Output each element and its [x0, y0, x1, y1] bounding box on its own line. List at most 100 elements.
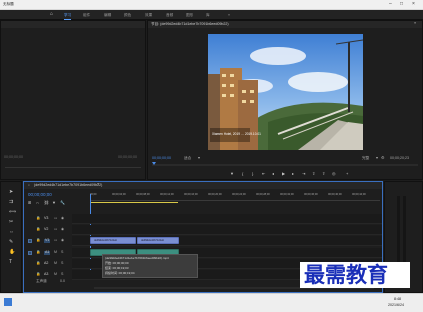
solo-icon[interactable]: S: [61, 261, 63, 266]
add-marker-icon[interactable]: ▼: [230, 172, 234, 176]
fit-dropdown[interactable]: 适合: [184, 156, 191, 161]
nest-toggle-icon[interactable]: ⊞: [28, 201, 31, 205]
snap-icon[interactable]: ∩: [36, 201, 39, 205]
program-video-frame[interactable]: Xiamen Hotel, 2019 … 2019.10.01: [208, 34, 363, 150]
workspace-tab-learn[interactable]: 学习: [64, 13, 72, 20]
workspace-tab-effects[interactable]: 效果: [145, 13, 152, 18]
extract-icon[interactable]: ⇪: [322, 172, 325, 176]
program-scrub-bar[interactable]: [152, 164, 418, 166]
add-marker-timeline-icon[interactable]: ▼: [52, 201, 56, 205]
window-title: 无标题: [3, 2, 14, 6]
lift-icon[interactable]: ⇧: [312, 172, 315, 176]
timeline-menu-icon[interactable]: ≡: [97, 182, 99, 187]
sync-lock-icon[interactable]: ▭: [54, 227, 57, 232]
track-v3: 🔒 V3 ▭ ◉: [24, 214, 382, 224]
tooltip-start: 开始: 00;00;00;00: [105, 261, 129, 265]
selection-tool-icon[interactable]: ➤: [9, 190, 13, 195]
workspace-tab-audio[interactable]: 音频: [166, 13, 173, 18]
master-track-label: 主声道: [36, 279, 47, 283]
track-select-icon[interactable]: ⇉: [9, 200, 13, 205]
timeline-header: × (de99d2ed4b71d1ebe7b7091b6eed09b22) ≡: [24, 182, 382, 189]
razor-tool-icon[interactable]: ✂: [9, 220, 13, 225]
ruler-label: 00;00;24;00: [232, 193, 246, 196]
eye-icon[interactable]: ◉: [61, 238, 64, 243]
minimize-icon[interactable]: –: [389, 2, 392, 7]
playhead-marker[interactable]: [152, 162, 156, 165]
export-frame-icon[interactable]: ◎: [332, 172, 336, 176]
home-icon[interactable]: ⌂: [50, 12, 53, 17]
track-lane[interactable]: de99d2ed4b71d1eb de99d2ed4b71d1eb: [72, 236, 382, 246]
track-label: A3: [44, 272, 49, 276]
quality-chevron-down-icon[interactable]: ▾: [376, 156, 378, 160]
go-to-in-icon[interactable]: ⇤: [262, 172, 265, 176]
sync-lock-icon[interactable]: ▭: [54, 216, 57, 221]
timeline-timecode[interactable]: 00;00;00;00: [28, 192, 52, 198]
hand-tool-icon[interactable]: ✋: [9, 250, 15, 255]
tooltip-filename: (de99d2ed4b71d1ebe7b7091b6eed09b22).mp4: [105, 256, 169, 260]
step-back-icon[interactable]: ◂: [272, 172, 274, 176]
clip-label: de99d2ed4b71d1eb: [141, 239, 165, 242]
workspace-tab-libraries[interactable]: 库: [206, 13, 210, 18]
source-scrub-bar[interactable]: [5, 167, 141, 168]
source-patch-v1[interactable]: [28, 239, 32, 243]
mute-icon[interactable]: M: [54, 250, 57, 255]
mute-icon[interactable]: M: [54, 261, 57, 266]
track-lock-icon[interactable]: 🔒: [36, 250, 40, 255]
eye-icon[interactable]: ◉: [61, 216, 64, 221]
track-lock-icon[interactable]: 🔒: [36, 227, 40, 232]
timeline-close-icon[interactable]: ×: [28, 184, 30, 187]
eye-icon[interactable]: ◉: [61, 227, 64, 232]
workspace-tab-editing[interactable]: 编辑: [104, 13, 111, 18]
video-overlay-text: Xiamen Hotel, 2019 … 2019.10.01: [212, 132, 261, 136]
mark-in-icon[interactable]: {: [242, 172, 243, 176]
timeline-settings-icon[interactable]: 🔧: [60, 201, 65, 205]
quality-dropdown[interactable]: 完整: [362, 156, 369, 161]
tooltip-end: 结束: 00;00;19;03: [105, 266, 129, 270]
track-lock-icon[interactable]: 🔒: [36, 261, 40, 266]
program-tab[interactable]: 节目: (de99d2ed4b71d1ebe7b7091b6eed09b22): [151, 22, 229, 27]
type-tool-icon[interactable]: T: [9, 260, 12, 265]
program-timecode-left: 00;00;00;00: [152, 156, 171, 160]
sync-lock-icon[interactable]: ▭: [54, 238, 57, 243]
solo-icon[interactable]: S: [61, 250, 63, 255]
maximize-icon[interactable]: □: [400, 2, 403, 7]
play-icon[interactable]: ▶: [282, 172, 285, 176]
track-lock-icon[interactable]: 🔒: [36, 272, 40, 277]
ripple-edit-icon[interactable]: ⟺: [9, 210, 16, 215]
workspace-tab-graphics[interactable]: 图形: [186, 13, 193, 18]
solo-icon[interactable]: S: [61, 272, 63, 277]
track-v1: 🔒 V1 ▭ ◉ de99d2ed4b71d1eb de99d2ed4b71d1…: [24, 236, 382, 246]
program-panel-header: 节目: (de99d2ed4b71d1ebe7b7091b6eed09b22) …: [148, 21, 422, 28]
master-volume-value[interactable]: 0.0: [60, 279, 65, 284]
workspace-tab-color[interactable]: 颜色: [124, 13, 131, 18]
ruler-label: 00;00;08;00: [136, 193, 150, 196]
track-lock-icon[interactable]: 🔒: [36, 216, 40, 221]
panel-menu-icon[interactable]: ≡: [414, 21, 416, 26]
button-editor-icon[interactable]: +: [346, 172, 348, 176]
track-lane[interactable]: [72, 214, 382, 224]
go-to-out-icon[interactable]: ⇥: [302, 172, 305, 176]
settings-wrench-icon[interactable]: ⚙: [381, 156, 385, 160]
source-patch-a1[interactable]: [28, 251, 32, 255]
slip-tool-icon[interactable]: ⇔: [9, 230, 14, 235]
start-icon[interactable]: [4, 298, 12, 306]
work-area-bar[interactable]: [90, 202, 178, 203]
track-lane[interactable]: [72, 225, 382, 235]
video-clip[interactable]: de99d2ed4b71d1eb: [90, 237, 136, 244]
mute-icon[interactable]: M: [54, 272, 57, 277]
track-lock-icon[interactable]: 🔒: [36, 238, 40, 243]
pen-tool-icon[interactable]: ✎: [9, 240, 13, 245]
linked-selection-icon[interactable]: ⛓: [44, 201, 49, 205]
workspace-tab-assembly[interactable]: 组件: [83, 13, 90, 18]
timeline-tab[interactable]: (de99d2ed4b71d1ebe7b7091b6eed09b22): [34, 183, 102, 188]
mark-out-icon[interactable]: }: [252, 172, 253, 176]
ruler-label: 00;00;04;00: [112, 193, 126, 196]
more-workspaces-icon[interactable]: »: [228, 13, 230, 17]
fit-chevron-down-icon[interactable]: ▾: [198, 156, 200, 160]
step-forward-icon[interactable]: ▸: [292, 172, 294, 176]
clip-tooltip: (de99d2ed4b71d1ebe7b7091b6eed09b22).mp4 …: [102, 254, 198, 278]
video-clip[interactable]: de99d2ed4b71d1eb: [137, 237, 179, 244]
close-icon[interactable]: ×: [412, 2, 415, 7]
time-ruler[interactable]: 00;00 00;00;04;00 00;00;08;00 00;00;12;0…: [90, 193, 380, 204]
taskbar-date: 2021/6/24: [388, 303, 404, 307]
